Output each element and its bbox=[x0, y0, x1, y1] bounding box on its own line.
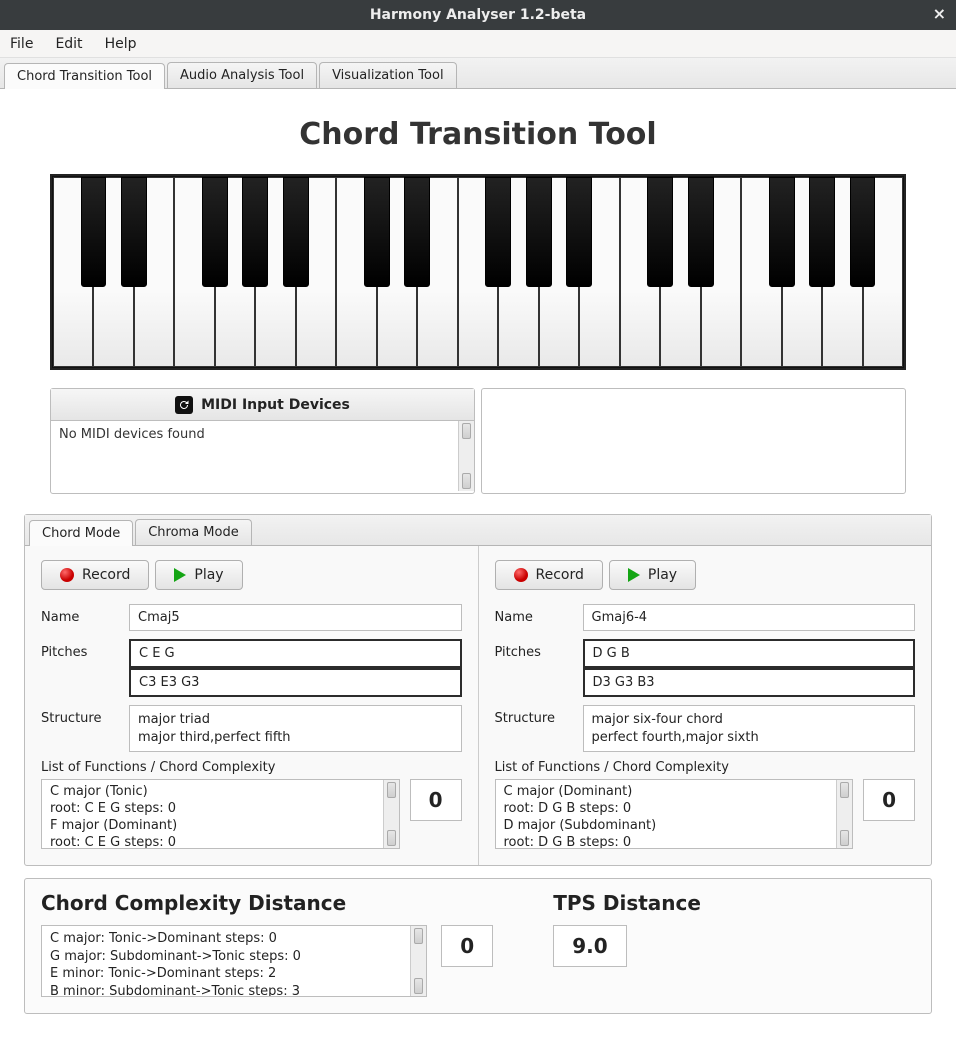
midi-header-label: MIDI Input Devices bbox=[201, 397, 350, 413]
piano-black-key[interactable] bbox=[769, 177, 795, 287]
scrollbar[interactable] bbox=[410, 926, 426, 996]
name-label: Name bbox=[495, 604, 573, 625]
midi-output-panel bbox=[481, 388, 906, 494]
tab-chroma-mode[interactable]: Chroma Mode bbox=[135, 519, 252, 545]
piano-keyboard[interactable] bbox=[50, 174, 906, 370]
mode-tabbar: Chord Mode Chroma Mode bbox=[25, 515, 931, 546]
menu-help[interactable]: Help bbox=[105, 36, 137, 52]
piano-black-key[interactable] bbox=[809, 177, 835, 287]
piano-black-key[interactable] bbox=[283, 177, 309, 287]
record-label: Record bbox=[82, 567, 130, 583]
menu-edit[interactable]: Edit bbox=[55, 36, 82, 52]
scrollbar[interactable] bbox=[383, 780, 399, 848]
midi-devices-refresh-button[interactable]: MIDI Input Devices bbox=[51, 389, 474, 421]
record-button-right[interactable]: Record bbox=[495, 560, 603, 590]
play-icon bbox=[174, 568, 186, 582]
functions-label-left: List of Functions / Chord Complexity bbox=[41, 760, 462, 775]
chord-panel-right: Record Play Name Gmaj6-4 Pitches D G B D… bbox=[479, 546, 932, 865]
play-label: Play bbox=[194, 567, 223, 583]
structure-label: Structure bbox=[41, 705, 119, 726]
complexity-value-left: 0 bbox=[410, 779, 462, 821]
midi-devices-panel: MIDI Input Devices No MIDI devices found bbox=[50, 388, 475, 494]
structure-label: Structure bbox=[495, 705, 573, 726]
midi-device-list[interactable]: No MIDI devices found bbox=[51, 421, 458, 491]
ccd-value: 0 bbox=[441, 925, 493, 967]
name-value-right: Gmaj6-4 bbox=[583, 604, 916, 631]
page-title: Chord Transition Tool bbox=[10, 117, 946, 152]
piano-black-key[interactable] bbox=[202, 177, 228, 287]
play-label: Play bbox=[648, 567, 677, 583]
piano-black-key[interactable] bbox=[404, 177, 430, 287]
complexity-value-right: 0 bbox=[863, 779, 915, 821]
pitch-classes-right[interactable]: D G B bbox=[583, 639, 916, 668]
play-icon bbox=[628, 568, 640, 582]
structure-left: major triad major third,perfect fifth bbox=[129, 705, 462, 752]
tab-chord-mode[interactable]: Chord Mode bbox=[29, 520, 133, 546]
name-label: Name bbox=[41, 604, 119, 625]
play-button-right[interactable]: Play bbox=[609, 560, 696, 590]
piano-black-key[interactable] bbox=[647, 177, 673, 287]
functions-list-right[interactable]: C major (Dominant) root: D G B steps: 0 … bbox=[495, 779, 854, 849]
piano-black-key[interactable] bbox=[81, 177, 107, 287]
piano-black-key[interactable] bbox=[242, 177, 268, 287]
record-button-left[interactable]: Record bbox=[41, 560, 149, 590]
piano-black-key[interactable] bbox=[688, 177, 714, 287]
functions-label-right: List of Functions / Chord Complexity bbox=[495, 760, 916, 775]
scrollbar[interactable] bbox=[458, 421, 474, 491]
menu-bar: File Edit Help bbox=[0, 30, 956, 58]
structure-right: major six-four chord perfect fourth,majo… bbox=[583, 705, 916, 752]
record-label: Record bbox=[536, 567, 584, 583]
pitches-label: Pitches bbox=[495, 639, 573, 660]
piano-black-key[interactable] bbox=[121, 177, 147, 287]
main-tabbar: Chord Transition Tool Audio Analysis Too… bbox=[0, 58, 956, 89]
piano-black-key[interactable] bbox=[850, 177, 876, 287]
window-titlebar: Harmony Analyser 1.2-beta × bbox=[0, 0, 956, 30]
piano-black-key[interactable] bbox=[526, 177, 552, 287]
record-icon bbox=[60, 568, 74, 582]
name-value-left: Cmaj5 bbox=[129, 604, 462, 631]
refresh-icon bbox=[175, 396, 193, 414]
window-title: Harmony Analyser 1.2-beta bbox=[370, 7, 586, 23]
tps-section: TPS Distance 9.0 bbox=[553, 891, 915, 997]
piano-black-key[interactable] bbox=[485, 177, 511, 287]
functions-list-left[interactable]: C major (Tonic) root: C E G steps: 0 F m… bbox=[41, 779, 400, 849]
menu-file[interactable]: File bbox=[10, 36, 33, 52]
pitch-classes-left[interactable]: C E G bbox=[129, 639, 462, 668]
play-button-left[interactable]: Play bbox=[155, 560, 242, 590]
midi-status-text: No MIDI devices found bbox=[59, 427, 450, 442]
piano-black-key[interactable] bbox=[566, 177, 592, 287]
pitches-label: Pitches bbox=[41, 639, 119, 660]
ccd-list[interactable]: C major: Tonic->Dominant steps: 0 G majo… bbox=[41, 925, 427, 997]
tab-chord-transition[interactable]: Chord Transition Tool bbox=[4, 63, 165, 89]
tab-audio-analysis[interactable]: Audio Analysis Tool bbox=[167, 62, 317, 88]
chord-panel-left: Record Play Name Cmaj5 Pitches C E G C3 … bbox=[25, 546, 479, 865]
tps-title: TPS Distance bbox=[553, 891, 915, 915]
scrollbar[interactable] bbox=[836, 780, 852, 848]
tab-visualization[interactable]: Visualization Tool bbox=[319, 62, 457, 88]
record-icon bbox=[514, 568, 528, 582]
tps-value: 9.0 bbox=[553, 925, 626, 967]
ccd-section: Chord Complexity Distance C major: Tonic… bbox=[41, 891, 493, 997]
pitches-right[interactable]: D3 G3 B3 bbox=[583, 668, 916, 697]
close-icon[interactable]: × bbox=[933, 4, 946, 23]
pitches-left[interactable]: C3 E3 G3 bbox=[129, 668, 462, 697]
ccd-title: Chord Complexity Distance bbox=[41, 891, 493, 915]
piano-black-key[interactable] bbox=[364, 177, 390, 287]
